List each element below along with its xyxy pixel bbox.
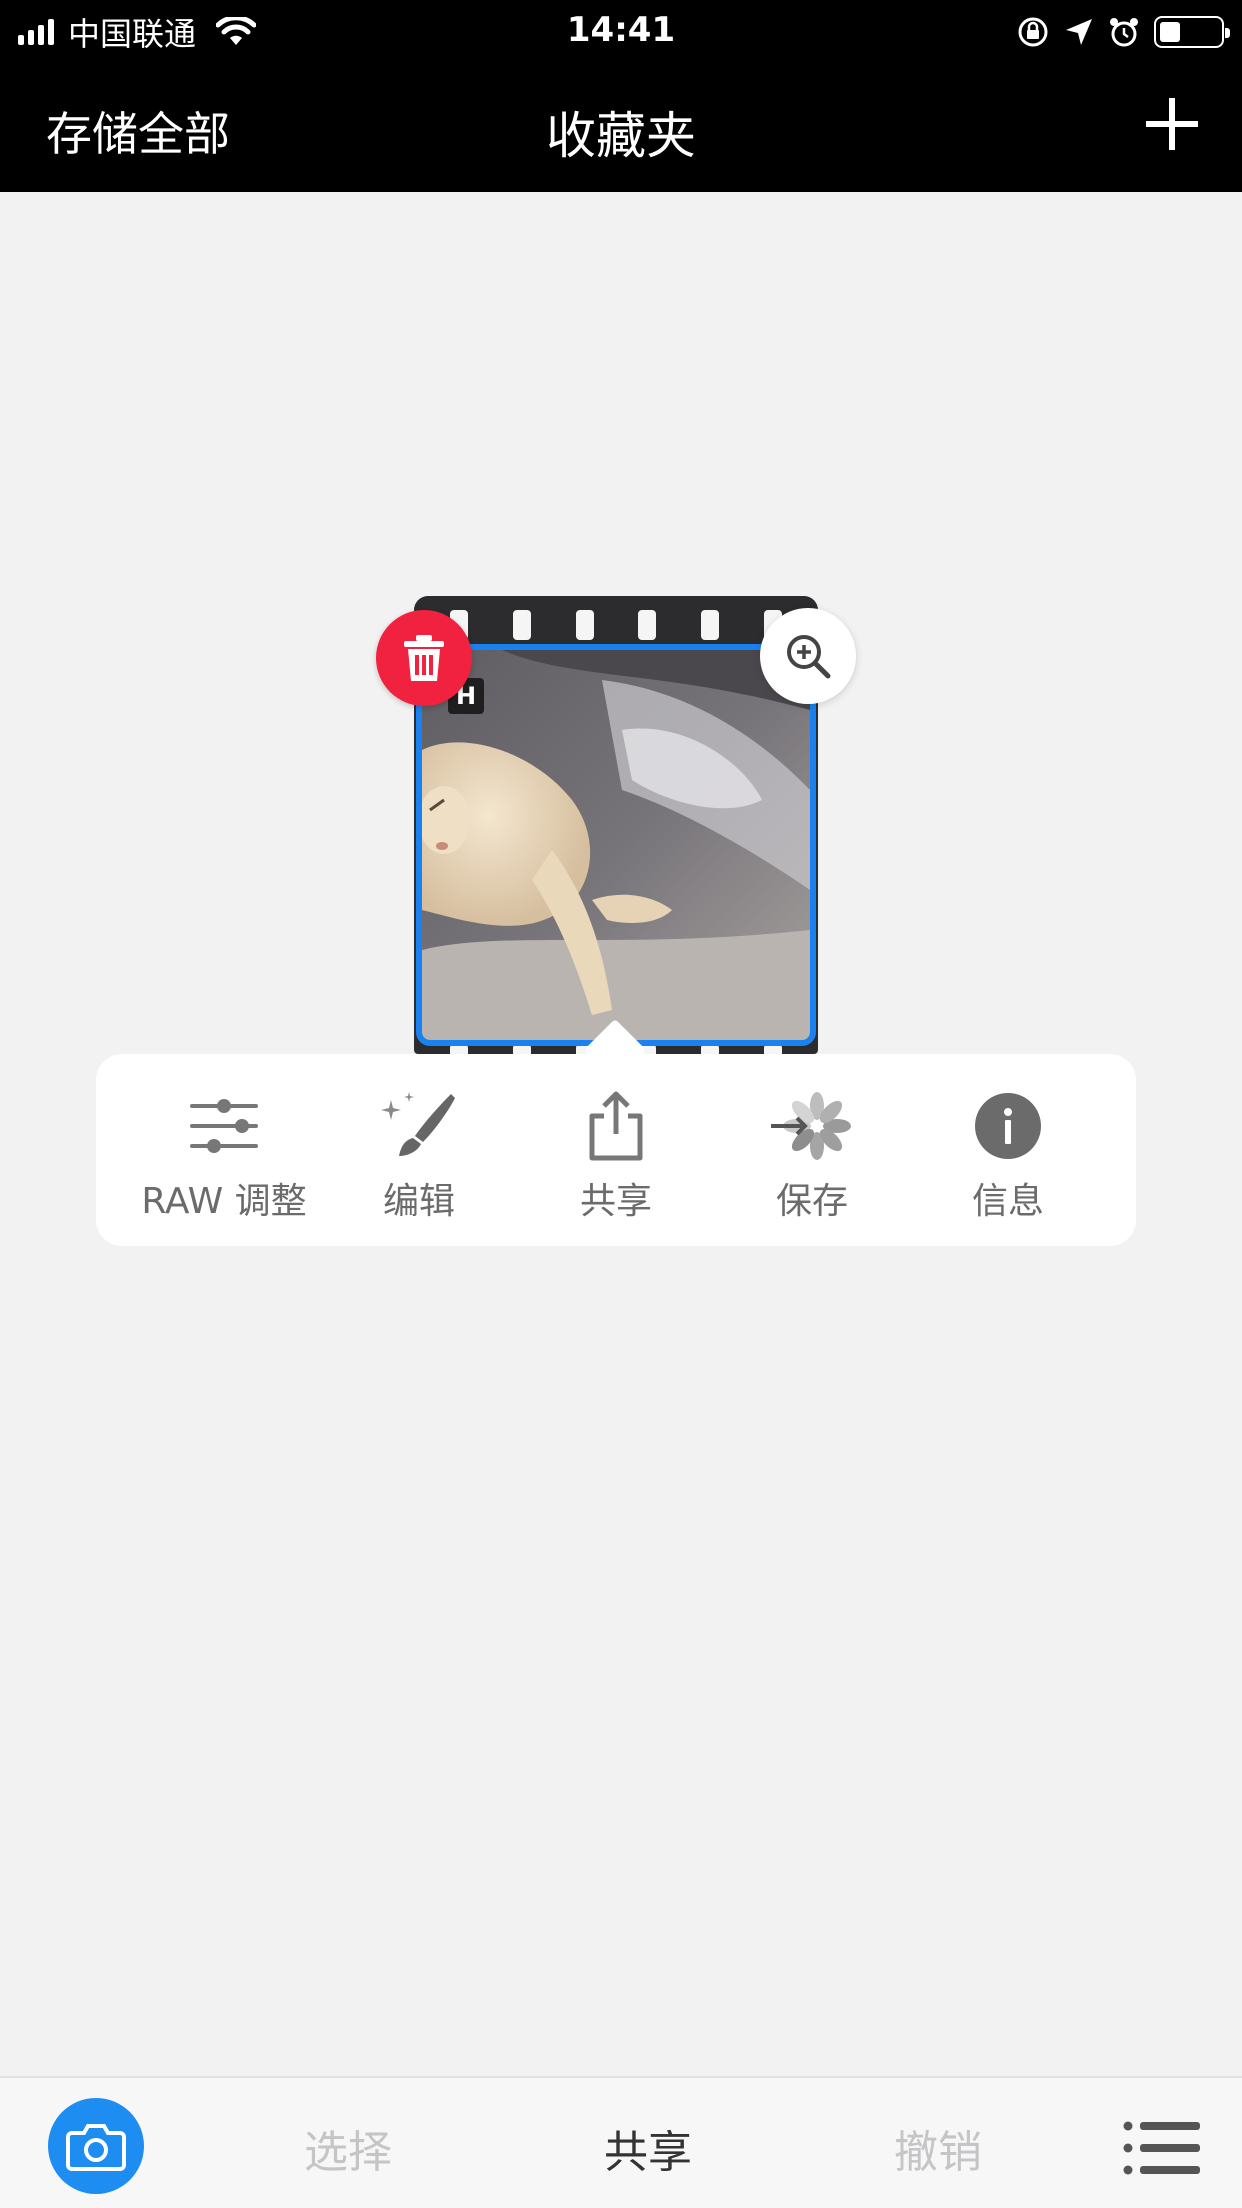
status-right bbox=[1016, 12, 1230, 52]
camera-icon bbox=[66, 2124, 126, 2171]
nav-bar: 存储全部 收藏夹 bbox=[0, 62, 1242, 192]
undo-tab[interactable]: 撤销 bbox=[894, 2116, 982, 2180]
save-to-photos-icon bbox=[771, 1092, 851, 1160]
camera-button[interactable] bbox=[48, 2098, 144, 2194]
delete-button[interactable] bbox=[376, 610, 472, 706]
plus-icon[interactable] bbox=[1140, 92, 1204, 156]
orientation-lock-icon bbox=[1018, 17, 1048, 47]
share-menu-label: 共享 bbox=[579, 1181, 652, 1222]
edit-label: 编辑 bbox=[382, 1181, 455, 1222]
location-icon bbox=[1066, 19, 1092, 45]
zoom-in-icon bbox=[787, 635, 831, 679]
raw-adjust-label: RAW 调整 bbox=[141, 1181, 307, 1222]
edit-button[interactable]: 编辑 bbox=[321, 1090, 517, 1230]
share-tab[interactable]: 共享 bbox=[604, 2116, 692, 2180]
status-bar: 中国联通 14:41 bbox=[0, 0, 1242, 62]
save-label: 保存 bbox=[775, 1181, 848, 1222]
info-button[interactable]: 信息 bbox=[910, 1090, 1106, 1230]
info-icon bbox=[975, 1093, 1041, 1159]
share-icon bbox=[589, 1091, 643, 1161]
app-screen: 中国联通 14:41 存储全部 收藏夹 H RAW 调整 编辑 共享 保存 信息… bbox=[0, 0, 1242, 2208]
battery-level bbox=[1160, 22, 1180, 42]
alarm-icon bbox=[1110, 18, 1138, 47]
battery-icon bbox=[1154, 16, 1230, 48]
sliders-icon bbox=[190, 1099, 258, 1153]
raw-adjust-button[interactable]: RAW 调整 bbox=[126, 1090, 322, 1230]
magic-brush-icon bbox=[381, 1092, 455, 1156]
zoom-button[interactable] bbox=[760, 608, 856, 704]
select-tab[interactable]: 选择 bbox=[304, 2116, 392, 2180]
page-title: 收藏夹 bbox=[546, 107, 696, 165]
info-label: 信息 bbox=[971, 1181, 1044, 1222]
trash-icon bbox=[404, 635, 444, 681]
list-menu-icon[interactable] bbox=[1122, 2118, 1202, 2178]
bottom-toolbar: 选择 共享 撤销 bbox=[0, 2076, 1242, 2208]
share-menu-button[interactable]: 共享 bbox=[518, 1090, 714, 1230]
save-button[interactable]: 保存 bbox=[714, 1090, 910, 1230]
film-holes-top bbox=[414, 610, 818, 640]
